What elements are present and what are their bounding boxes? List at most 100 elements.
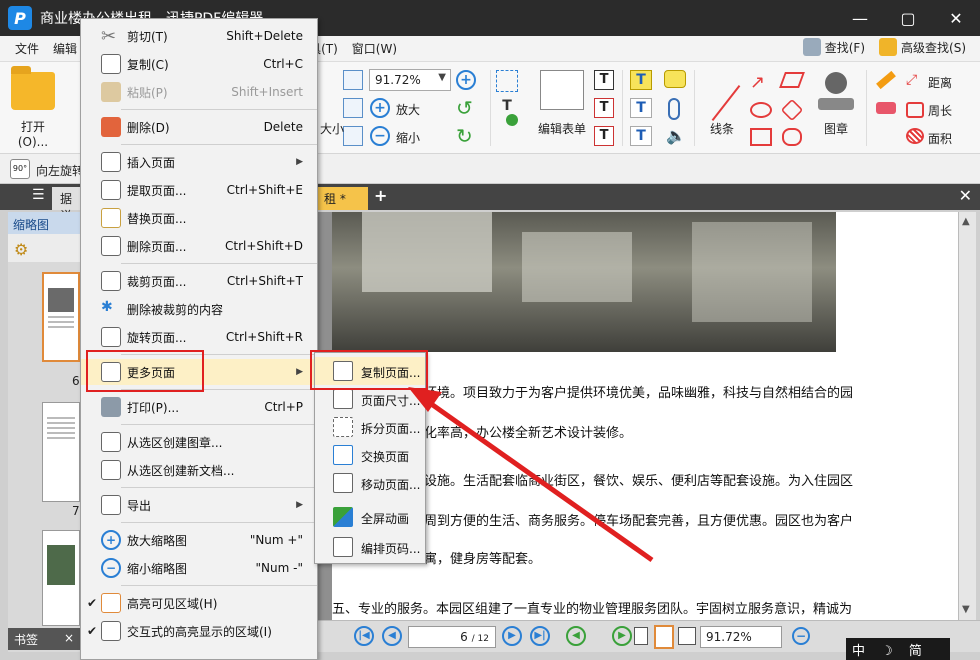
area-label[interactable]: 面积 (928, 130, 952, 147)
gear-icon[interactable]: ⚙ (14, 240, 28, 259)
find-button[interactable]: 查找(F) (802, 38, 865, 56)
menu-cut[interactable]: ✂ 剪切(T) Shift+Delete (81, 23, 317, 49)
textfield-icon[interactable]: T (594, 126, 614, 146)
stamp-label[interactable]: 图章 (824, 120, 848, 137)
add-icon[interactable] (506, 114, 518, 126)
actual-size-icon[interactable] (343, 126, 363, 146)
menu-edit[interactable]: 编辑 (46, 40, 84, 57)
polygon-icon[interactable] (780, 98, 804, 122)
forward-icon[interactable]: ▶ (612, 626, 632, 646)
maximize-icon[interactable]: ▢ (884, 0, 932, 36)
edit-form-label[interactable]: 编辑表单 (538, 120, 586, 137)
submenu-page-numbering[interactable]: 编排页码... (315, 533, 425, 561)
submenu-split-page[interactable]: 拆分页面... (315, 413, 425, 441)
tab-document[interactable]: 租 * (316, 187, 368, 210)
menu-list-icon[interactable]: ☰ (32, 187, 45, 203)
ime-indicator[interactable]: 中 ☽ 简 ⚙ (846, 638, 950, 660)
menu-delete-cropped[interactable]: ✱ 删除被裁剪的内容 (81, 296, 317, 322)
new-tab-icon[interactable]: + (374, 186, 387, 205)
scroll-down-icon[interactable]: ▼ (962, 604, 970, 615)
menu-create-document[interactable]: 从选区创建新文档... (81, 457, 317, 483)
close-icon[interactable]: × (64, 631, 74, 645)
rotate-cw-icon[interactable]: ↻ (456, 126, 476, 146)
menu-enlarge-thumbnails[interactable]: + 放大缩略图 "Num +" (81, 527, 317, 553)
cloud-icon[interactable] (782, 128, 802, 146)
thumbnail-page-7[interactable] (42, 402, 80, 502)
zoom-in-small-icon[interactable]: + (370, 98, 390, 118)
rectangle-icon[interactable] (750, 128, 772, 146)
stamp-icon[interactable] (818, 72, 854, 116)
comment-icon[interactable] (664, 70, 686, 88)
select-tool-icon[interactable] (496, 70, 518, 92)
facing-page-icon[interactable] (678, 627, 696, 645)
thumbnail-page-8[interactable] (42, 530, 80, 626)
vertical-scrollbar[interactable]: ▲ ▼ (958, 212, 976, 620)
menu-highlight-visible[interactable]: ✔ 高亮可见区域(H) (81, 590, 317, 616)
menu-interactive-highlight[interactable]: ✔ 交互式的高亮显示的区域(I) (81, 618, 317, 644)
single-page-icon[interactable] (634, 627, 648, 645)
pencil-icon[interactable] (876, 70, 896, 90)
menu-delete-page[interactable]: 删除页面... Ctrl+Shift+D (81, 233, 317, 259)
thumbnail-page-6[interactable] (42, 272, 80, 362)
continuous-page-icon[interactable] (654, 625, 674, 649)
zoom-out-status-icon[interactable]: − (792, 627, 810, 645)
open-button[interactable]: 打开(O)... (8, 66, 58, 149)
menu-rotate-page[interactable]: 旋转页面... Ctrl+Shift+R (81, 324, 317, 350)
zoom-status-select[interactable]: 91.72% (700, 626, 782, 648)
typewriter-icon[interactable]: T (630, 70, 652, 90)
scroll-up-icon[interactable]: ▲ (962, 216, 970, 227)
tab-left[interactable]: 据说 (52, 187, 80, 223)
rotate-left-icon[interactable]: 90° (10, 159, 30, 179)
zoom-out-icon[interactable]: − (370, 126, 390, 146)
close-icon[interactable]: ✕ (932, 0, 980, 36)
zoom-in-icon[interactable]: + (456, 70, 476, 90)
menu-shrink-thumbnails[interactable]: − 缩小缩略图 "Num -" (81, 555, 317, 581)
lines-label[interactable]: 线条 (710, 120, 734, 137)
zoom-out-label[interactable]: 缩小 (396, 129, 420, 146)
fit-width-icon[interactable] (343, 98, 363, 118)
line-icon[interactable] (711, 85, 741, 121)
menu-extract-page[interactable]: 提取页面... Ctrl+Shift+E (81, 177, 317, 203)
menu-crop-page[interactable]: 裁剪页面... Ctrl+Shift+T (81, 268, 317, 294)
distance-label[interactable]: 距离 (928, 74, 952, 91)
perimeter-icon[interactable] (906, 102, 924, 118)
strikeout-icon[interactable]: T (630, 98, 652, 118)
last-page-icon[interactable]: ▶| (530, 626, 550, 646)
page-number-input[interactable]: 6 / 12 (408, 626, 496, 648)
area-icon[interactable] (906, 128, 924, 144)
menu-paste[interactable]: 粘贴(P) Shift+Insert (81, 79, 317, 105)
menu-replace-page[interactable]: 替换页面... (81, 205, 317, 231)
first-page-icon[interactable]: |◀ (354, 626, 374, 646)
menu-window[interactable]: 窗口(W) (345, 40, 404, 57)
minimize-icon[interactable]: — (836, 0, 884, 36)
menu-file[interactable]: 文件 (8, 40, 46, 57)
advanced-find-button[interactable]: 高级查找(S) (879, 38, 966, 56)
eraser-icon[interactable] (876, 102, 896, 114)
menu-delete[interactable]: 删除(D) Delete (81, 114, 317, 140)
next-page-icon[interactable]: ▶ (502, 626, 522, 646)
menu-copy[interactable]: 复制(C) Ctrl+C (81, 51, 317, 77)
underline-icon[interactable]: T (630, 126, 652, 146)
submenu-move-page[interactable]: 移动页面... (315, 469, 425, 497)
textbox-icon[interactable]: T (594, 70, 614, 90)
submenu-swap-page[interactable]: 交换页面 (315, 441, 425, 469)
prev-page-icon[interactable]: ◀ (382, 626, 402, 646)
menu-create-stamp[interactable]: 从选区创建图章... (81, 429, 317, 455)
polyline-icon[interactable] (779, 72, 805, 88)
close-tab-icon[interactable]: ✕ (959, 186, 972, 205)
perimeter-label[interactable]: 周长 (928, 102, 952, 119)
sound-icon[interactable]: 🔈 (666, 126, 686, 146)
attachment-icon[interactable] (668, 98, 680, 120)
rotate-left-label[interactable]: 向左旋转 (36, 162, 84, 179)
back-icon[interactable]: ◀ (566, 626, 586, 646)
rotate-ccw-icon[interactable]: ↺ (456, 98, 476, 118)
zoom-in-label[interactable]: 放大 (396, 101, 420, 118)
submenu-fullscreen-animation[interactable]: 全屏动画 (315, 503, 425, 531)
menu-export[interactable]: 导出 ▶ (81, 492, 317, 518)
edit-form-icon[interactable] (540, 70, 584, 110)
menu-print[interactable]: 打印(P)... Ctrl+P (81, 394, 317, 420)
fit-page-icon[interactable] (343, 70, 363, 90)
zoom-select[interactable]: 91.72% ▼ (369, 69, 451, 91)
ellipse-icon[interactable] (750, 102, 772, 118)
menu-insert-page[interactable]: 插入页面 ▶ (81, 149, 317, 175)
